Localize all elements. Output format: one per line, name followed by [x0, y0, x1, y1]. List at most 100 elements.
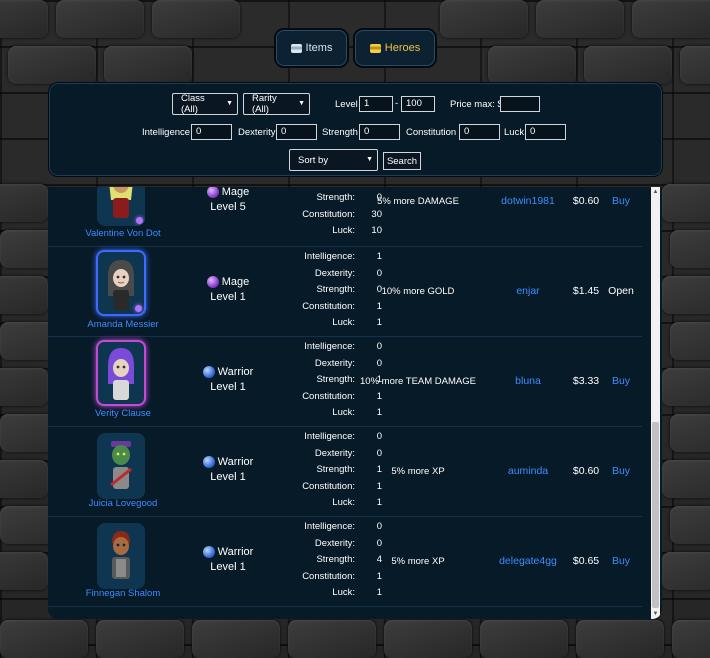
open-button[interactable]: Open — [605, 285, 637, 297]
mage-orb-icon — [206, 187, 219, 198]
warrior-orb-icon — [202, 456, 215, 468]
seller-link[interactable]: enjar — [488, 285, 568, 297]
sort-dropdown[interactable]: Sort by ▼ — [289, 149, 378, 171]
hero-avatar-icon — [112, 531, 130, 579]
stat-label: Constitution: — [302, 390, 355, 402]
stat-value: 1 — [376, 587, 382, 598]
strength-filter-input[interactable]: 0 — [359, 124, 400, 140]
mage-gem-icon — [135, 305, 142, 312]
hero-class-name: Warrior — [217, 456, 254, 468]
seller-link[interactable]: dotwin1981 — [488, 195, 568, 207]
stat-value: 1 — [376, 407, 382, 418]
intelligence-filter-input[interactable]: 0 — [191, 124, 232, 140]
hero-class-name: Mage — [221, 276, 250, 288]
hero-class-name: Warrior — [217, 366, 254, 378]
hero-price: $1.45 — [572, 285, 600, 297]
hero-row-juicia-lovegood: Juicia Lovegood Warrior Level 1 Intellig… — [48, 427, 642, 517]
hero-price: $3.33 — [572, 375, 600, 387]
dexterity-filter-input[interactable]: 0 — [276, 124, 317, 140]
level-max-input[interactable]: 100 — [401, 96, 435, 112]
stat-value: 10 — [371, 225, 382, 236]
hero-level: Level 1 — [210, 471, 246, 483]
hero-price: $0.60 — [572, 465, 600, 477]
stat-value: 0 — [376, 357, 382, 369]
hero-portrait[interactable] — [96, 340, 146, 406]
dexterity-filter-label: Dexterity — [238, 127, 276, 138]
hero-class: Warrior Level 1 — [193, 546, 263, 573]
hero-portrait[interactable] — [97, 187, 145, 226]
stat-label: Dexterity: — [314, 537, 355, 549]
hero-name[interactable]: Juicia Lovegood — [68, 498, 178, 509]
stat-label: Strength: — [316, 554, 355, 565]
scroll-up-arrow-icon[interactable]: ▲ — [651, 187, 660, 197]
hero-portrait[interactable] — [96, 250, 146, 316]
tab-items[interactable]: Items — [274, 28, 349, 68]
seller-link[interactable]: delegate4gg — [488, 555, 568, 567]
hero-bonus: 5% more DAMAGE — [377, 196, 459, 207]
stat-value: 0 — [376, 341, 382, 352]
level-min-input[interactable]: 1 — [359, 96, 393, 112]
buy-button[interactable]: Buy — [605, 195, 637, 207]
constitution-filter-label: Constitution — [406, 127, 457, 138]
level-label: Level — [335, 99, 358, 110]
rarity-filter-dropdown[interactable]: Rarity (All) ▼ — [243, 93, 310, 115]
hero-name[interactable]: Verity Clause — [68, 408, 178, 419]
tab-heroes[interactable]: Heroes — [353, 28, 437, 68]
scrollbar-thumb[interactable] — [652, 422, 659, 608]
hero-level: Level 1 — [210, 561, 246, 573]
hero-portrait[interactable] — [97, 523, 145, 589]
hero-bonus: 10% more GOLD — [381, 286, 455, 297]
gold-coin-stack-icon — [369, 43, 381, 53]
hero-price: $0.60 — [572, 195, 600, 207]
chevron-down-icon: ▼ — [366, 156, 373, 163]
hero-class: Mage Level 5 — [193, 187, 263, 213]
search-button[interactable]: Search — [383, 152, 421, 170]
seller-link[interactable]: bluna — [488, 375, 568, 387]
hero-name[interactable]: Valentine Von Dot — [68, 228, 178, 239]
hero-price: $0.65 — [572, 555, 600, 567]
stat-label: Constitution: — [302, 480, 355, 492]
stat-label: Intelligence: — [304, 251, 355, 262]
hero-listing[interactable]: Valentine Von Dot Mage Level 5 Strength:… — [48, 187, 662, 619]
hero-class: Warrior Level 1 — [193, 456, 263, 483]
stat-label: Luck: — [332, 317, 355, 328]
stat-label: Constitution: — [302, 300, 355, 312]
hero-row-valentine-von-dot: Valentine Von Dot Mage Level 5 Strength:… — [48, 187, 642, 247]
stat-label: Dexterity: — [314, 357, 355, 369]
buy-button[interactable]: Buy — [605, 465, 637, 477]
scroll-down-arrow-icon[interactable]: ▼ — [651, 609, 660, 619]
level-range-dash: - — [395, 98, 399, 109]
hero-name[interactable]: Amanda Messier — [68, 319, 178, 330]
stat-label: Strength: — [316, 192, 355, 203]
mage-orb-icon — [206, 276, 219, 288]
hero-row-finnegan-shalom: Finnegan Shalom Warrior Level 1 Intellig… — [48, 517, 642, 607]
warrior-orb-icon — [202, 546, 215, 558]
hero-name[interactable]: Finnegan Shalom — [68, 588, 178, 599]
strength-filter-label: Strength — [322, 127, 358, 138]
stat-label: Constitution: — [302, 570, 355, 582]
hero-level: Level 1 — [210, 291, 246, 303]
buy-button[interactable]: Buy — [605, 555, 637, 567]
hero-class: Mage Level 1 — [193, 276, 263, 303]
buy-button[interactable]: Buy — [605, 375, 637, 387]
stat-label: Intelligence: — [304, 431, 355, 442]
hero-class: Warrior Level 1 — [193, 366, 263, 393]
stat-value: 1 — [376, 390, 382, 402]
seller-link[interactable]: auminda — [488, 465, 568, 477]
chevron-down-icon: ▼ — [226, 100, 233, 107]
class-filter-dropdown[interactable]: Class (All) ▼ — [172, 93, 238, 115]
luck-filter-input[interactable]: 0 — [525, 124, 566, 140]
hero-bonus: 10% more TEAM DAMAGE — [360, 376, 476, 387]
list-scrollbar[interactable]: ▲ ▼ — [651, 187, 660, 619]
hero-portrait[interactable] — [97, 433, 145, 499]
stat-value: 0 — [376, 431, 382, 442]
sort-dropdown-value: Sort by — [298, 154, 329, 166]
hero-class-name: Mage — [221, 187, 250, 198]
hero-class-name: Warrior — [217, 546, 254, 558]
price-max-input[interactable] — [500, 96, 540, 112]
constitution-filter-input[interactable]: 0 — [459, 124, 500, 140]
coin-stack-icon — [290, 43, 302, 53]
hero-bonus: 5% more XP — [391, 556, 445, 567]
tab-items-label: Items — [305, 42, 333, 54]
class-filter-value: Class (All) — [181, 93, 205, 115]
